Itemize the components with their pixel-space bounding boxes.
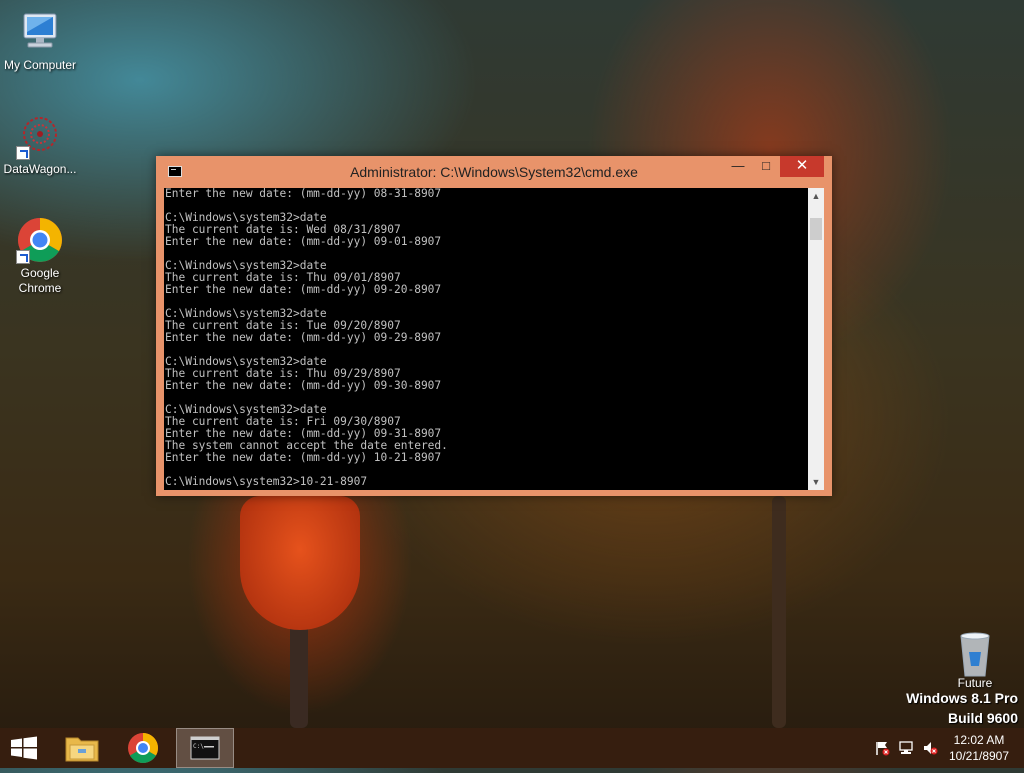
taskbar-clock[interactable]: 12:02 AM 10/21/8907	[944, 732, 1014, 764]
console-line: Enter the new date: (mm-dd-yy) 09-30-890…	[165, 379, 442, 392]
console-line: C:\Windows\system32>10-21-8907	[165, 475, 368, 488]
desktop-icon-my-computer[interactable]: My Computer	[0, 8, 80, 73]
folder-icon	[65, 737, 99, 762]
taskbar-command-prompt[interactable]: C:\	[176, 728, 234, 768]
windows-edition: Windows 8.1 Pro	[906, 690, 1018, 706]
desktop-icon-datawagon[interactable]: DataWagon...	[0, 112, 80, 177]
clock-time: 12:02 AM	[953, 733, 1005, 747]
cmd-window[interactable]: Administrator: C:\Windows\System32\cmd.e…	[156, 156, 832, 496]
windows-build: Build 9600	[947, 710, 1018, 726]
console-output[interactable]: Enter the new date: (mm-dd-yy) 08-31-890…	[164, 188, 808, 490]
desktop-icon-label: DataWagon...	[3, 162, 77, 176]
console-line: Enter the new date: (mm-dd-yy) 10-21-890…	[165, 451, 442, 464]
flower-stem-left	[290, 620, 308, 728]
vertical-scrollbar[interactable]: ▲ ▼	[808, 188, 824, 490]
network-icon[interactable]	[898, 740, 914, 756]
console-line: Enter the new date: (mm-dd-yy) 09-29-890…	[165, 331, 442, 344]
shortcut-arrow-icon	[16, 250, 30, 264]
console-line: Enter the new date: (mm-dd-yy) 09-01-890…	[165, 235, 442, 248]
desktop-icon-recycle-bin[interactable]: Future	[935, 630, 1015, 691]
minimize-button[interactable]: —	[724, 156, 752, 177]
shortcut-arrow-icon	[16, 146, 30, 160]
cmd-icon: C:\	[190, 736, 220, 760]
console-line: Enter the new date: (mm-dd-yy) 09-20-890…	[165, 283, 442, 296]
desktop-icon-label: Google Chrome	[18, 266, 62, 295]
windows-logo-icon	[11, 736, 37, 760]
scroll-down-arrow-icon[interactable]: ▼	[808, 474, 824, 490]
svg-text:C:\: C:\	[193, 743, 204, 750]
desktop-icon-label: My Computer	[3, 58, 77, 72]
close-button[interactable]: ✕	[780, 156, 824, 177]
taskbar-google-chrome[interactable]	[115, 728, 171, 768]
datawagon-icon	[16, 112, 64, 160]
recycle-bin-icon	[951, 630, 999, 678]
volume-muted-icon[interactable]	[922, 740, 938, 756]
taskbar: C:\ 12:02 AM 10/21/8907	[0, 728, 1024, 768]
chrome-icon	[128, 733, 159, 764]
scroll-thumb[interactable]	[810, 218, 822, 240]
windows-watermark: Windows 8.1 Pro Build 9600	[906, 688, 1018, 728]
flower-left	[240, 496, 360, 630]
computer-icon	[16, 8, 64, 56]
title-bar[interactable]: Administrator: C:\Windows\System32\cmd.e…	[156, 156, 832, 188]
start-button[interactable]	[0, 728, 48, 768]
flower-stem-right	[772, 496, 786, 728]
scroll-up-arrow-icon[interactable]: ▲	[808, 188, 824, 204]
maximize-button[interactable]: □	[752, 156, 780, 177]
taskbar-file-explorer[interactable]	[54, 728, 110, 768]
clock-date: 10/21/8907	[948, 749, 1010, 763]
console-line: Enter the new date: (mm-dd-yy) 08-31-890…	[165, 188, 442, 200]
action-center-flag-icon[interactable]	[874, 740, 890, 756]
chrome-icon	[16, 216, 64, 264]
desktop-icon-google-chrome[interactable]: Google Chrome	[0, 216, 80, 296]
